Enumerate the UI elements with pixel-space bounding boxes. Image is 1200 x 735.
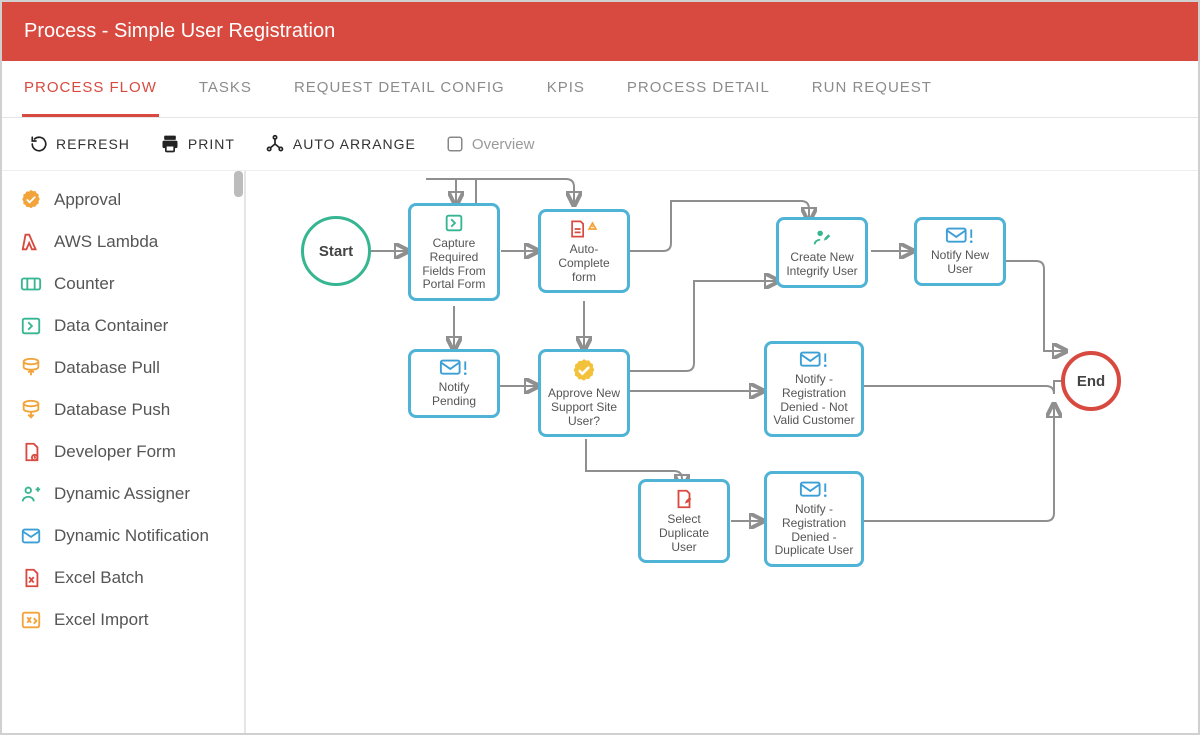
refresh-button[interactable]: REFRESH	[30, 135, 130, 153]
overview-toggle[interactable]: Overview	[446, 135, 535, 153]
node-select-duplicate-user[interactable]: Select Duplicate User	[638, 479, 730, 563]
connectors	[246, 171, 1198, 733]
node-label: Notify Pending	[432, 380, 476, 408]
assigner-icon	[20, 483, 42, 505]
sidebar-item-label: AWS Lambda	[54, 232, 158, 252]
print-label: PRINT	[188, 136, 235, 152]
node-notify-new-user[interactable]: Notify New User	[914, 217, 1006, 286]
palette-item-dynamic-assigner[interactable]: Dynamic Assigner	[2, 473, 244, 515]
toolbar: REFRESH PRINT AUTO ARRANGE Overview	[2, 118, 1198, 171]
developer-form-icon	[20, 441, 42, 463]
palette-item-database-push[interactable]: Database Push	[2, 389, 244, 431]
sidebar-item-label: Excel Import	[54, 610, 148, 630]
form-in-icon	[415, 212, 493, 234]
palette-item-database-pull[interactable]: Database Pull	[2, 347, 244, 389]
end-node[interactable]: End	[1061, 351, 1121, 411]
node-label: Approve New Support Site User?	[548, 386, 620, 428]
lambda-icon	[20, 231, 42, 253]
sidebar-item-label: Database Pull	[54, 358, 160, 378]
print-icon	[160, 134, 180, 154]
node-label: Auto-Complete form	[558, 242, 609, 284]
sidebar-item-label: Dynamic Assigner	[54, 484, 190, 504]
palette-item-approval[interactable]: Approval	[2, 179, 244, 221]
refresh-icon	[30, 135, 48, 153]
sidebar-item-label: Developer Form	[54, 442, 176, 462]
palette-item-counter[interactable]: Counter	[2, 263, 244, 305]
auto-arrange-label: AUTO ARRANGE	[293, 136, 416, 152]
excel-import-icon	[20, 609, 42, 631]
node-label: Notify - Registration Denied - Duplicate…	[775, 502, 854, 557]
counter-icon	[20, 273, 42, 295]
sidebar-item-label: Data Container	[54, 316, 168, 336]
sidebar-item-label: Approval	[54, 190, 121, 210]
end-label: End	[1077, 373, 1105, 390]
tab-run-request[interactable]: RUN REQUEST	[810, 61, 934, 117]
start-node[interactable]: Start	[301, 216, 371, 286]
auto-arrange-button[interactable]: AUTO ARRANGE	[265, 134, 416, 154]
palette-item-excel-import[interactable]: Excel Import	[2, 599, 244, 641]
node-label: Select Duplicate User	[659, 512, 709, 554]
palette-item-excel-batch[interactable]: Excel Batch	[2, 557, 244, 599]
tab-kpis[interactable]: KPIS	[545, 61, 587, 117]
palette-item-aws-lambda[interactable]: AWS Lambda	[2, 221, 244, 263]
database-pull-icon	[20, 357, 42, 379]
auto-arrange-icon	[265, 134, 285, 154]
palette-item-data-container[interactable]: Data Container	[2, 305, 244, 347]
mail-alert-icon	[771, 480, 857, 500]
palette-item-dynamic-notification[interactable]: Dynamic Notification	[2, 515, 244, 557]
node-label: Notify - Registration Denied - Not Valid…	[773, 372, 854, 427]
sidebar-item-label: Excel Batch	[54, 568, 144, 588]
node-capture-required-fields[interactable]: Capture Required Fields From Portal Form	[408, 203, 500, 301]
node-auto-complete-form[interactable]: Auto-Complete form	[538, 209, 630, 293]
node-label: Notify New User	[931, 248, 989, 276]
node-label: Capture Required Fields From Portal Form	[422, 236, 485, 291]
node-create-new-integrify-user[interactable]: Create New Integrify User	[776, 217, 868, 288]
sidebar-item-label: Counter	[54, 274, 114, 294]
tab-process-flow[interactable]: PROCESS FLOW	[22, 61, 159, 117]
form-edit-icon	[645, 488, 723, 510]
node-notify-pending[interactable]: Notify Pending	[408, 349, 500, 418]
page-title: Process - Simple User Registration	[2, 2, 1198, 61]
tab-strip: PROCESS FLOW TASKS REQUEST DETAIL CONFIG…	[2, 61, 1198, 118]
excel-batch-icon	[20, 567, 42, 589]
tab-tasks[interactable]: TASKS	[197, 61, 254, 117]
palette-item-developer-form[interactable]: Developer Form	[2, 431, 244, 473]
tab-request-detail-config[interactable]: REQUEST DETAIL CONFIG	[292, 61, 507, 117]
mail-alert-icon	[771, 350, 857, 370]
sidebar-item-label: Database Push	[54, 400, 170, 420]
node-notify-registration-denied-invalid[interactable]: Notify - Registration Denied - Not Valid…	[764, 341, 864, 437]
approval-icon	[20, 189, 42, 211]
notification-icon	[20, 525, 42, 547]
data-container-icon	[20, 315, 42, 337]
task-palette[interactable]: Approval AWS Lambda Counter Data Contain…	[2, 171, 246, 733]
auto-form-icon	[545, 218, 623, 240]
mail-alert-icon	[921, 226, 999, 246]
overview-label: Overview	[472, 136, 535, 153]
refresh-label: REFRESH	[56, 136, 130, 152]
user-edit-icon	[783, 226, 861, 248]
start-label: Start	[319, 243, 353, 260]
node-label: Create New Integrify User	[786, 250, 857, 278]
mail-alert-icon	[415, 358, 493, 378]
node-notify-registration-denied-duplicate[interactable]: Notify - Registration Denied - Duplicate…	[764, 471, 864, 567]
tab-process-detail[interactable]: PROCESS DETAIL	[625, 61, 772, 117]
checkbox-unchecked-icon	[446, 135, 464, 153]
approval-badge-icon	[545, 358, 623, 384]
node-approve-new-support-site-user[interactable]: Approve New Support Site User?	[538, 349, 630, 437]
sidebar-item-label: Dynamic Notification	[54, 526, 209, 546]
flow-canvas[interactable]: Start Capture Required Fields From Porta…	[246, 171, 1198, 733]
print-button[interactable]: PRINT	[160, 134, 235, 154]
database-push-icon	[20, 399, 42, 421]
